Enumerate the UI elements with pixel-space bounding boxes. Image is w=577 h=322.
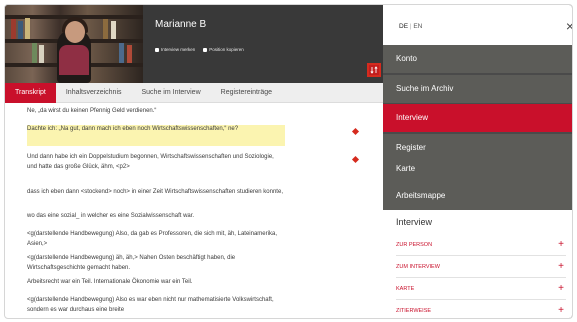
transcript-segment[interactable]: <g(darstellende Handbewegung) Also es wa… [27,296,285,315]
transcript-segment-highlighted[interactable]: Dachte ich: „Na gut, dann mach ich eben … [27,125,285,146]
person-face [65,21,85,43]
expand-plus-icon: + [558,239,564,250]
transcript-segment[interactable]: dass ich eben dann <stockend> noch> in e… [27,188,285,198]
transcript-segment[interactable]: wo das eine sozial_ in welcher es eine S… [27,212,285,222]
tab-table-of-contents[interactable]: Inhaltsverzeichnis [56,83,132,103]
header-actions: Interview merken Position kopieren [155,47,244,52]
book-decor [11,19,16,39]
side-navigation: DE | EN × Konto Suche im Archiv Intervie… [383,5,572,318]
bookmark-label: Interview merken [161,47,196,52]
book-decor [25,18,30,39]
sort-toggle-button[interactable] [367,63,381,77]
accordion-label: ZUR PERSON [396,242,433,248]
interview-tabs: Transkript Inhaltsverzeichnis Suche im I… [5,83,383,103]
expand-plus-icon: + [558,261,564,272]
interview-video-thumbnail[interactable] [5,5,143,83]
book-decor [127,45,132,63]
accordion-item-citation[interactable]: ZITIERWEISE + [396,300,566,318]
segment-marker-icon[interactable] [351,155,360,164]
accordion-label: ZUM INTERVIEW [396,264,440,270]
copy-label: Position kopieren [209,47,244,52]
language-bar: DE | EN × [383,5,572,45]
language-switcher: DE | EN [399,23,423,30]
language-en[interactable]: EN [413,23,422,30]
transcript-segment[interactable]: <g(darstellende Handbewegung) äh, äh,> N… [27,254,285,273]
book-decor [32,43,37,63]
bookmark-interview-button[interactable]: Interview merken [155,47,195,52]
language-de[interactable]: DE [399,23,408,30]
accordion-title: Interview [396,217,433,227]
accordion-item-interview[interactable]: ZUM INTERVIEW + [396,256,566,278]
accordion-item-map[interactable]: KARTE + [396,278,566,300]
accordion-label: KARTE [396,286,415,292]
expand-plus-icon: + [558,305,564,316]
bookmark-icon [155,47,159,52]
nav-item-interview[interactable]: Interview [383,104,572,132]
nav-item-account[interactable]: Konto [383,45,572,73]
transcript-segment[interactable]: Arbeitsrecht war ein Teil. International… [27,278,285,288]
sort-icon [370,66,378,74]
book-decor [111,21,116,39]
transcript-segment[interactable]: Ne, „da wirst du keinen Pfennig Geld ver… [27,107,285,117]
copy-position-button[interactable]: Position kopieren [203,47,244,52]
book-decor [103,19,108,39]
accordion-item-person[interactable]: ZUR PERSON + [396,234,566,256]
interview-accordion: Interview ZUR PERSON + ZUM INTERVIEW + K… [383,210,572,318]
book-decor [39,45,44,63]
close-icon[interactable]: × [566,18,572,34]
copy-icon [203,47,208,52]
tab-transcript[interactable]: Transkript [5,83,56,103]
interviewee-name: Marianne B [155,19,207,30]
person-shirt [59,45,89,75]
nav-item-map[interactable]: Karte [383,155,572,183]
transcript-segment[interactable]: <g(darstellende Handbewegung) Also, da g… [27,230,285,249]
interview-header: Marianne B Interview merken Position kop… [5,5,383,83]
expand-plus-icon: + [558,283,564,294]
tab-register-entries[interactable]: Registereinträge [211,83,282,103]
tab-search-in-interview[interactable]: Suche im Interview [132,83,211,103]
book-decor [18,21,23,39]
book-decor [119,43,124,63]
segment-marker-icon[interactable] [351,127,360,136]
accordion-label: ZITIERWEISE [396,308,432,314]
transcript-panel: Ne, „da wirst du keinen Pfennig Geld ver… [5,104,383,318]
nav-item-archive-search[interactable]: Suche im Archiv [383,75,572,103]
nav-item-workbook[interactable]: Arbeitsmappe [383,182,572,210]
transcript-segment[interactable]: Und dann habe ich ein Doppelstudium bego… [27,153,285,172]
app-frame: Marianne B Interview merken Position kop… [4,4,573,319]
